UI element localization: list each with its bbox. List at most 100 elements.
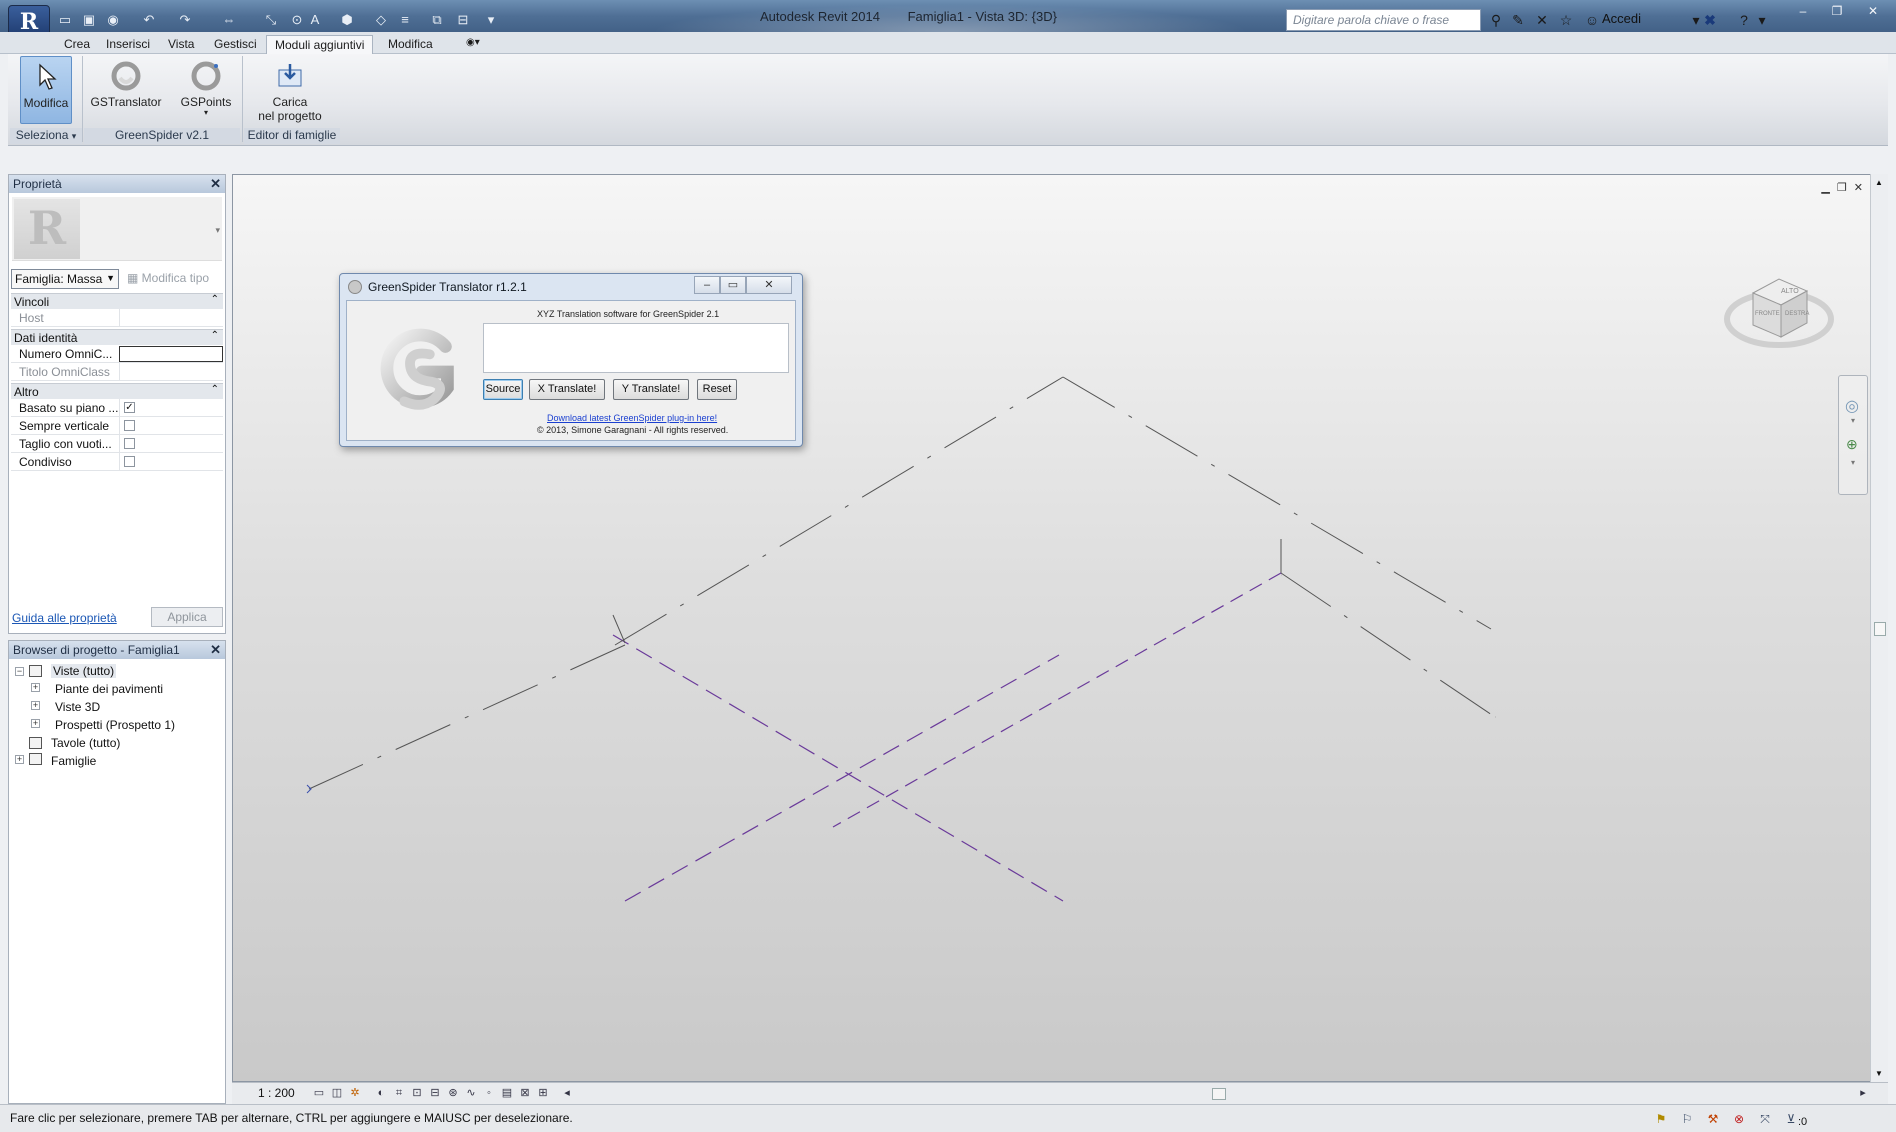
group-dati-identita[interactable]: Dati identità ⌃ xyxy=(11,329,223,345)
scroll-left-icon[interactable]: ◂ xyxy=(560,1086,574,1100)
group-vincoli[interactable]: Vincoli ⌃ xyxy=(11,293,223,309)
zoom-icon[interactable]: ⊕ xyxy=(1846,436,1858,453)
switch-windows-icon[interactable]: ⊟ xyxy=(454,11,472,29)
wheel-dropdown-icon[interactable]: ▾ xyxy=(1851,416,1855,425)
gstranslator-button[interactable]: GSTranslator xyxy=(86,56,166,124)
vertical-scrollbar[interactable]: ▲ ▼ xyxy=(1870,174,1888,1082)
analysis-icon[interactable]: ▤ xyxy=(500,1086,514,1100)
3d-view-canvas[interactable]: ▁ ❐ ✕ ALTO FRONTE DESTRA ◎ ▾ ⊕ ▾ GreenSp… xyxy=(232,174,1872,1082)
tab-inserisci[interactable]: Inserisci xyxy=(98,35,158,54)
x-translate-button[interactable]: X Translate! xyxy=(529,379,605,400)
expand-icon[interactable]: + xyxy=(31,683,40,692)
checkbox-condiviso[interactable] xyxy=(124,456,135,467)
close-icon[interactable]: ✕ xyxy=(746,276,792,294)
view-scale[interactable]: 1 : 200 xyxy=(258,1086,295,1100)
restore-icon[interactable]: ❐ xyxy=(1824,2,1850,20)
show-crop-icon[interactable]: ⊡ xyxy=(410,1086,424,1100)
type-selector[interactable]: R ▾ xyxy=(12,197,222,261)
omniclass-number-field[interactable] xyxy=(119,346,223,362)
close-hidden-icon[interactable]: ⧉ xyxy=(428,11,446,29)
panel-seleziona[interactable]: Seleziona ▾ xyxy=(10,128,82,144)
worksharing-icon[interactable]: ⊞ xyxy=(536,1086,550,1100)
tree-item-prospetti[interactable]: Prospetti (Prospetto 1) xyxy=(55,718,175,732)
constraints-icon[interactable]: ⊠ xyxy=(518,1086,532,1100)
family-filter-select[interactable]: Famiglia: Massa ▼ xyxy=(11,269,119,289)
minimize-icon[interactable]: – xyxy=(1790,2,1816,20)
communication-icon[interactable]: ✕ xyxy=(1532,10,1552,30)
help-dropdown-icon[interactable]: ▾ xyxy=(1752,10,1772,30)
drag-elements-icon[interactable]: ⤧ xyxy=(1756,1110,1774,1128)
checkbox-sempre-verticale[interactable] xyxy=(124,420,135,431)
steering-wheel-icon[interactable]: ◎ xyxy=(1845,396,1859,416)
tab-modifica[interactable]: Modifica xyxy=(380,35,441,54)
shadows-icon[interactable]: ◐ xyxy=(374,1086,388,1100)
gspoints-button[interactable]: GSPoints ▾ xyxy=(176,56,236,124)
scroll-right-icon[interactable]: ▸ xyxy=(1856,1086,1870,1100)
select-links-icon[interactable]: ⚑ xyxy=(1652,1110,1670,1128)
highlight-icon[interactable]: ◦ xyxy=(482,1086,496,1100)
tree-item-viste[interactable]: Viste (tutto) xyxy=(51,664,117,678)
close-icon[interactable]: ✕ xyxy=(210,642,221,658)
load-into-project-button[interactable]: Carica nel progetto xyxy=(250,56,330,124)
checkbox-basato[interactable]: ✓ xyxy=(124,402,135,413)
visual-style-icon[interactable]: ◫ xyxy=(330,1086,344,1100)
redo-icon[interactable]: ↷ xyxy=(176,11,194,29)
section-icon[interactable]: ◇ xyxy=(372,11,390,29)
close-icon[interactable]: ✕ xyxy=(210,176,221,192)
edit-type-button[interactable]: ▦ Modifica tipo xyxy=(127,271,209,285)
apply-button[interactable]: Applica xyxy=(151,607,223,627)
group-altro[interactable]: Altro ⌃ xyxy=(11,383,223,399)
subscription-icon[interactable]: ✎ xyxy=(1508,10,1528,30)
save-icon[interactable]: ▣ xyxy=(80,11,98,29)
tab-moduli-aggiuntivi[interactable]: Moduli aggiuntivi xyxy=(266,35,374,54)
reset-button[interactable]: Reset xyxy=(697,379,737,400)
lock-view-icon[interactable]: ⊟ xyxy=(428,1086,442,1100)
search-input[interactable]: Digitare parola chiave o frase xyxy=(1286,9,1481,31)
tab-gestisci[interactable]: Gestisci xyxy=(206,35,265,54)
source-button[interactable]: Source xyxy=(483,379,523,400)
tag-icon[interactable]: ⊙ xyxy=(288,11,306,29)
open-icon[interactable]: ▭ xyxy=(56,11,74,29)
properties-help-link[interactable]: Guida alle proprietà xyxy=(12,611,117,625)
ribbon-minimize-icon[interactable]: ◉▾ xyxy=(458,35,488,54)
crop-view-icon[interactable]: ⌗ xyxy=(392,1086,406,1100)
tab-crea[interactable]: Crea xyxy=(56,35,98,54)
select-by-face-icon[interactable]: ⊗ xyxy=(1730,1110,1748,1128)
expand-icon[interactable]: + xyxy=(15,755,24,764)
select-underlay-icon[interactable]: ⚐ xyxy=(1678,1110,1696,1128)
dimension-icon[interactable]: ⤡ xyxy=(262,11,280,29)
scroll-down-icon[interactable]: ▼ xyxy=(1875,1069,1883,1078)
scroll-thumb[interactable] xyxy=(1874,622,1886,636)
customize-qat-icon[interactable]: ▾ xyxy=(482,11,500,29)
text-icon[interactable]: A xyxy=(306,11,324,29)
translation-text-area[interactable] xyxy=(483,323,789,373)
binoculars-icon[interactable]: ⚲ xyxy=(1486,10,1506,30)
undo-icon[interactable]: ↶ xyxy=(140,11,158,29)
tree-item-famiglie[interactable]: Famiglie xyxy=(51,754,96,768)
detail-level-icon[interactable]: ▭ xyxy=(312,1086,326,1100)
measure-icon[interactable]: ⇔ xyxy=(220,11,238,29)
temporary-hide-icon[interactable]: ⊛ xyxy=(446,1086,460,1100)
collapse-icon[interactable]: − xyxy=(15,667,24,676)
zoom-dropdown-icon[interactable]: ▾ xyxy=(1851,458,1855,467)
reveal-hidden-icon[interactable]: ∿ xyxy=(464,1086,478,1100)
checkbox-taglio[interactable] xyxy=(124,438,135,449)
expand-icon[interactable]: + xyxy=(31,701,40,710)
minimize-icon[interactable]: – xyxy=(694,276,720,294)
tree-item-viste-3d[interactable]: Viste 3D xyxy=(55,700,100,714)
modify-button[interactable]: Modifica xyxy=(20,56,72,124)
tab-vista[interactable]: Vista xyxy=(160,35,202,54)
favorites-icon[interactable]: ☆ xyxy=(1556,10,1576,30)
viewcube[interactable]: ALTO FRONTE DESTRA xyxy=(1723,253,1843,363)
scroll-up-icon[interactable]: ▲ xyxy=(1875,178,1883,187)
expand-icon[interactable]: + xyxy=(31,719,40,728)
sync-icon[interactable]: ◉ xyxy=(104,11,122,29)
3d-view-icon[interactable]: ⬢ xyxy=(338,11,356,29)
select-pinned-icon[interactable]: ⚒ xyxy=(1704,1110,1722,1128)
maximize-icon[interactable]: ▭ xyxy=(720,276,746,294)
tree-item-tavole[interactable]: Tavole (tutto) xyxy=(51,736,120,750)
help-icon[interactable]: ? xyxy=(1734,10,1754,30)
close-icon[interactable]: ✕ xyxy=(1860,2,1886,20)
sign-in-link[interactable]: Accedi xyxy=(1602,11,1641,26)
y-translate-button[interactable]: Y Translate! xyxy=(613,379,689,400)
